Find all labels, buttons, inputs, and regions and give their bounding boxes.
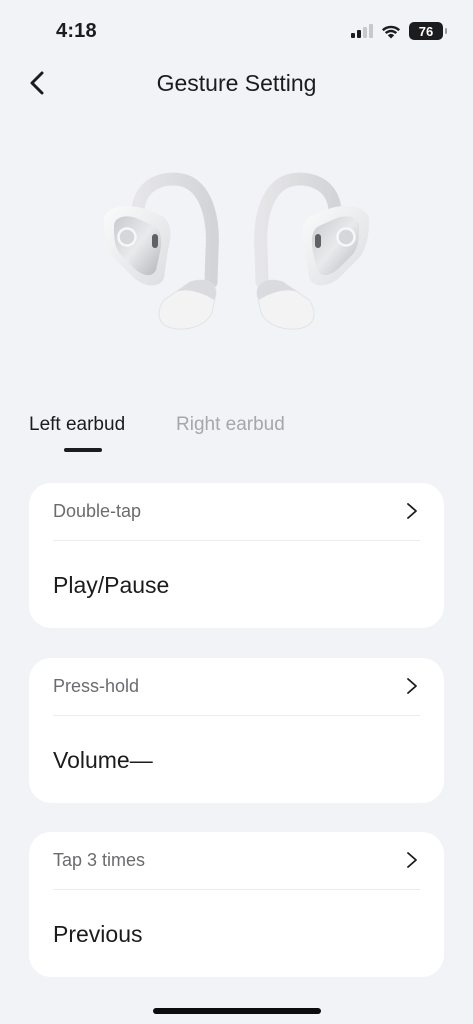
left-earbud-image: [103, 172, 219, 330]
earbud-tabs: Left earbud Right earbud: [0, 410, 473, 460]
chevron-right-icon: [407, 852, 417, 868]
nav-bar: Gesture Setting: [0, 60, 473, 106]
gesture-label: Double-tap: [53, 501, 142, 521]
tab-left-earbud[interactable]: Left earbud: [29, 414, 125, 436]
status-time: 4:18: [56, 20, 97, 42]
gesture-action-value: Volume—: [53, 747, 153, 773]
gesture-card-press-hold[interactable]: Press-hold Volume—: [29, 658, 444, 803]
gesture-card-tap-3-times[interactable]: Tap 3 times Previous: [29, 832, 444, 977]
gesture-card-header: Press-hold: [53, 674, 420, 716]
battery-icon: 76: [409, 22, 447, 40]
gesture-label: Press-hold: [53, 676, 140, 696]
gesture-label: Tap 3 times: [53, 850, 146, 870]
page-title: Gesture Setting: [156, 70, 317, 96]
status-icons: 76: [351, 21, 447, 41]
chevron-right-icon: [407, 678, 417, 694]
chevron-right-icon: [407, 503, 417, 519]
gesture-action-value: Play/Pause: [53, 572, 170, 598]
gesture-card-header: Tap 3 times: [53, 848, 420, 890]
tab-right-earbud[interactable]: Right earbud: [176, 414, 285, 436]
gesture-card-double-tap[interactable]: Double-tap Play/Pause: [29, 483, 444, 628]
gesture-card-header: Double-tap: [53, 499, 420, 541]
tab-selected-indicator: [64, 448, 102, 452]
right-earbud-image: [254, 172, 370, 330]
status-bar: 4:18 76: [0, 0, 473, 60]
earbuds-image: [90, 170, 383, 350]
wifi-icon: [382, 25, 400, 38]
cellular-signal-icon: [351, 24, 373, 38]
gesture-action-value: Previous: [53, 921, 143, 947]
battery-level: 76: [418, 23, 434, 39]
home-indicator[interactable]: [153, 1008, 321, 1014]
